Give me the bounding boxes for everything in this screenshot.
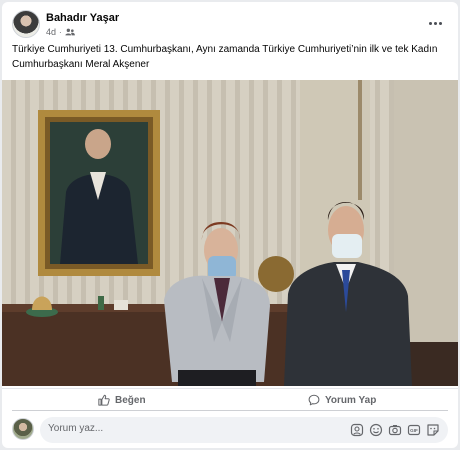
comment-divider <box>12 410 448 411</box>
meta-separator: · <box>59 27 62 37</box>
author-name[interactable]: Bahadır Yaşar <box>46 12 119 24</box>
comment-composer: Yorum yaz... GIF <box>12 417 448 443</box>
avatar-sticker-icon[interactable] <box>350 423 364 437</box>
comment-input[interactable]: Yorum yaz... GIF <box>40 417 448 443</box>
comment-tools: GIF <box>350 423 440 437</box>
gif-icon[interactable]: GIF <box>407 423 421 437</box>
comment-bubble-icon <box>308 394 320 406</box>
post-card: Bahadır Yaşar 4d · Türkiye Cumhuriyeti 1… <box>2 2 458 448</box>
post-caption: Türkiye Cumhuriyeti 13. Cumhurbaşkanı, A… <box>12 44 438 70</box>
like-label: Beğen <box>115 394 146 406</box>
camera-icon[interactable] <box>388 423 402 437</box>
thumbs-up-icon <box>98 394 110 406</box>
author-avatar[interactable] <box>12 10 40 38</box>
current-user-avatar[interactable] <box>12 418 34 440</box>
post-time[interactable]: 4d <box>46 27 56 37</box>
post-meta: 4d · <box>46 27 75 37</box>
post-header: Bahadır Yaşar 4d · <box>12 10 448 42</box>
emoji-icon[interactable] <box>369 423 383 437</box>
comment-label: Yorum Yap <box>325 394 377 406</box>
post-actions: Beğen Yorum Yap <box>2 388 458 408</box>
post-photo[interactable] <box>2 80 458 386</box>
comment-placeholder: Yorum yaz... <box>48 423 104 434</box>
more-options-icon[interactable] <box>426 16 444 30</box>
photo-scene <box>2 80 458 386</box>
like-button[interactable]: Beğen <box>98 391 146 409</box>
sticker-icon[interactable] <box>426 423 440 437</box>
comment-button[interactable]: Yorum Yap <box>308 391 376 409</box>
friends-icon <box>65 28 75 36</box>
svg-text:GIF: GIF <box>410 428 418 433</box>
